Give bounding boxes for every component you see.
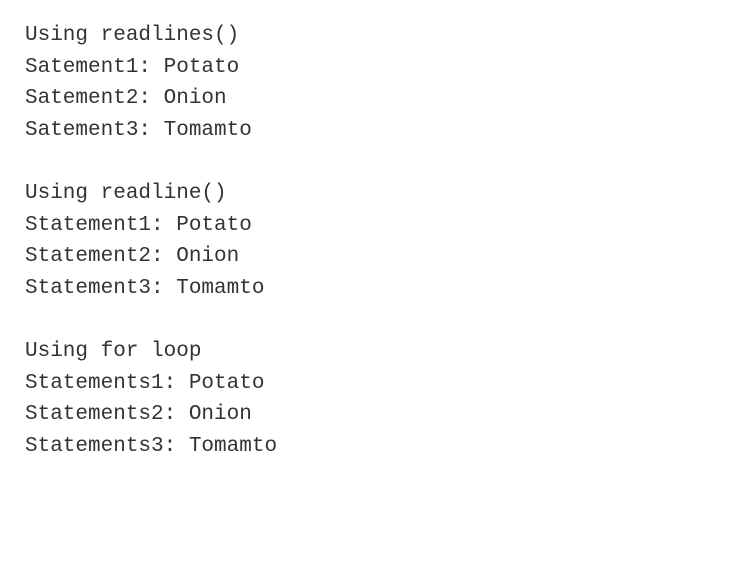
output-line: Statements2: Onion [25,399,712,431]
output-line: Statement3: Tomamto [25,273,712,305]
output-block-readline: Using readline() Statement1: Potato Stat… [25,178,712,304]
output-block-readlines: Using readlines() Satement1: Potato Sate… [25,20,712,146]
output-line: Statement1: Potato [25,210,712,242]
output-line: Satement3: Tomamto [25,115,712,147]
output-line: Statements3: Tomamto [25,431,712,463]
output-line: Satement2: Onion [25,83,712,115]
output-line: Satement1: Potato [25,52,712,84]
output-block-forloop: Using for loop Statements1: Potato State… [25,336,712,462]
block-header: Using for loop [25,336,712,368]
output-line: Statement2: Onion [25,241,712,273]
block-header: Using readlines() [25,20,712,52]
block-header: Using readline() [25,178,712,210]
output-line: Statements1: Potato [25,368,712,400]
